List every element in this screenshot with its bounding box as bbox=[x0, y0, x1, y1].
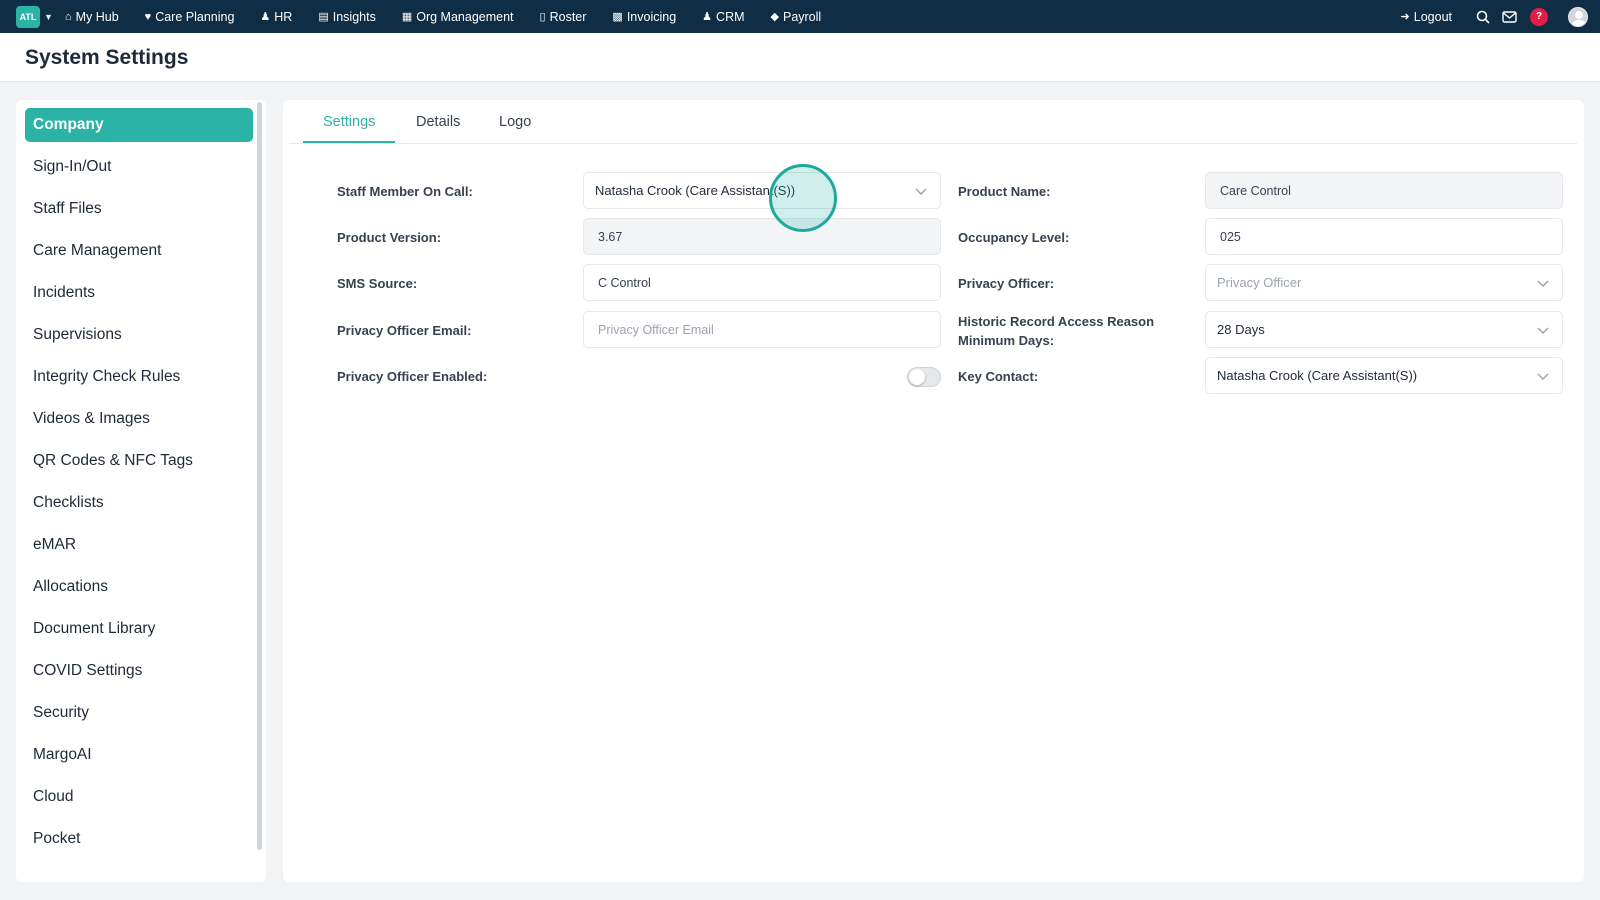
historic-access-days-label: Historic Record Access Reason Minimum Da… bbox=[958, 312, 1154, 350]
logout-icon: ➜ bbox=[1400, 11, 1410, 23]
tab-logo[interactable]: Logo bbox=[499, 114, 531, 130]
sidebar-item-allocations[interactable]: Allocations bbox=[25, 570, 253, 604]
historic-access-days-select[interactable]: 28 Days bbox=[1205, 311, 1563, 348]
nav-right-group: ➜ Logout ? bbox=[1401, 0, 1600, 33]
product-version-field: 3.67 bbox=[583, 218, 941, 255]
search-icon[interactable] bbox=[1474, 8, 1492, 26]
logout-button[interactable]: ➜ Logout bbox=[1401, 10, 1452, 24]
chevron-down-icon bbox=[1537, 280, 1549, 288]
chevron-down-icon: ▼ bbox=[44, 11, 53, 22]
sidebar-item-integrity-check-rules[interactable]: Integrity Check Rules bbox=[25, 360, 253, 394]
key-contact-value: Natasha Crook (Care Assistant(S)) bbox=[1217, 368, 1418, 383]
sms-source-input[interactable]: C Control bbox=[583, 264, 941, 301]
nav-label: Invoicing bbox=[626, 9, 677, 24]
heart-icon: ♥ bbox=[144, 10, 152, 23]
privacy-officer-email-input[interactable]: Privacy Officer Email bbox=[583, 311, 941, 348]
nav-insights[interactable]: ▤ Insights bbox=[318, 10, 376, 24]
privacy-officer-enabled-label: Privacy Officer Enabled: bbox=[337, 369, 488, 384]
active-tab-indicator bbox=[303, 141, 395, 143]
sidebar-item-security[interactable]: Security bbox=[25, 696, 253, 730]
privacy-officer-select[interactable]: Privacy Officer bbox=[1205, 264, 1563, 301]
sidebar-item-checklists[interactable]: Checklists bbox=[25, 486, 253, 520]
sidebar-item-emar[interactable]: eMAR bbox=[25, 528, 253, 562]
page-header: System Settings bbox=[0, 33, 1600, 82]
document-icon: ▩ bbox=[612, 11, 623, 23]
top-nav: ATL ▼ ⌂ My Hub ♥ Care Planning ♟ HR ▤ Insigh… bbox=[0, 0, 1600, 33]
nav-label: Payroll bbox=[782, 9, 822, 24]
privacy-officer-placeholder: Privacy Officer bbox=[1217, 275, 1302, 290]
nav-payroll[interactable]: ◆ Payroll bbox=[771, 10, 822, 24]
privacy-officer-email-label: Privacy Officer Email: bbox=[337, 323, 472, 338]
sidebar-item-incidents[interactable]: Incidents bbox=[25, 276, 253, 310]
people-icon: ♟ bbox=[260, 11, 271, 23]
chevron-down-icon bbox=[915, 188, 927, 196]
sidebar-item-videos-images[interactable]: Videos & Images bbox=[25, 402, 253, 436]
app-logo: ATL bbox=[16, 5, 40, 28]
nav-roster[interactable]: ▯ Roster bbox=[540, 10, 587, 24]
sidebar-item-care-management[interactable]: Care Management bbox=[25, 234, 253, 268]
logout-label: Logout bbox=[1413, 9, 1452, 24]
nav-invoicing[interactable]: ▩ Invoicing bbox=[612, 10, 676, 24]
privacy-officer-email-placeholder: Privacy Officer Email bbox=[598, 322, 714, 337]
calendar-icon: ▯ bbox=[539, 11, 546, 23]
avatar[interactable] bbox=[1568, 6, 1588, 27]
historic-access-days-label-line1: Historic Record Access Reason bbox=[958, 314, 1155, 329]
staff-on-call-select[interactable]: Natasha Crook (Care Assistant(S)) bbox=[583, 172, 941, 209]
chevron-down-icon bbox=[1537, 327, 1549, 335]
sidebar-item-cloud[interactable]: Cloud bbox=[25, 780, 253, 814]
historic-access-days-label-line2: Minimum Days: bbox=[958, 333, 1055, 348]
tab-details[interactable]: Details bbox=[416, 114, 460, 130]
staff-on-call-label: Staff Member On Call: bbox=[337, 184, 473, 199]
page-title: System Settings bbox=[25, 46, 189, 69]
nav-my-hub[interactable]: ⌂ My Hub bbox=[65, 10, 119, 24]
product-name-label: Product Name: bbox=[958, 184, 1051, 199]
nav-crm[interactable]: ♟ CRM bbox=[702, 10, 744, 24]
sidebar-item-staff-files[interactable]: Staff Files bbox=[25, 192, 253, 226]
nav-hr[interactable]: ♟ HR bbox=[260, 10, 292, 24]
nav-label: Roster bbox=[549, 9, 587, 24]
nav-care-planning[interactable]: ♥ Care Planning bbox=[145, 10, 235, 24]
sidebar-item-company[interactable]: Company bbox=[25, 108, 253, 142]
privacy-officer-enabled-toggle[interactable] bbox=[907, 367, 941, 387]
staff-on-call-value: Natasha Crook (Care Assistant(S)) bbox=[595, 183, 796, 198]
historic-access-days-value: 28 Days bbox=[1217, 322, 1265, 337]
nav-label: HR bbox=[274, 9, 293, 24]
sidebar-item-qr-codes-nfc[interactable]: QR Codes & NFC Tags bbox=[25, 444, 253, 478]
sidebar-scrollbar[interactable] bbox=[257, 102, 262, 850]
occupancy-level-input[interactable]: 025 bbox=[1205, 218, 1563, 255]
product-name-field: Care Control bbox=[1205, 172, 1563, 209]
brand-switcher[interactable]: ATL ▼ bbox=[16, 5, 53, 28]
nav-org-management[interactable]: ▦ Org Management bbox=[402, 10, 514, 24]
key-contact-select[interactable]: Natasha Crook (Care Assistant(S)) bbox=[1205, 357, 1563, 394]
tab-bar: Settings Details Logo bbox=[289, 100, 1577, 144]
home-icon: ⌂ bbox=[64, 10, 72, 23]
chevron-down-icon bbox=[1537, 373, 1549, 381]
nav-label: Org Management bbox=[416, 9, 514, 24]
key-contact-label: Key Contact: bbox=[958, 369, 1039, 384]
chart-icon: ▤ bbox=[318, 11, 329, 23]
building-icon: ▦ bbox=[401, 11, 413, 23]
tab-settings[interactable]: Settings bbox=[323, 114, 375, 130]
sidebar-item-covid-settings[interactable]: COVID Settings bbox=[25, 654, 253, 688]
settings-sidebar: Company Sign-In/Out Staff Files Care Man… bbox=[16, 100, 266, 882]
nav-label: My Hub bbox=[75, 9, 119, 24]
contacts-icon: ♟ bbox=[702, 11, 713, 23]
occupancy-level-label: Occupancy Level: bbox=[958, 230, 1070, 245]
help-icon[interactable]: ? bbox=[1530, 7, 1548, 26]
sidebar-item-sign-in-out[interactable]: Sign-In/Out bbox=[25, 150, 253, 184]
nav-label: CRM bbox=[716, 9, 745, 24]
settings-panel: Settings Details Logo Staff Member On Ca… bbox=[283, 100, 1584, 882]
product-version-label: Product Version: bbox=[337, 230, 442, 245]
sidebar-item-document-library[interactable]: Document Library bbox=[25, 612, 253, 646]
sidebar-item-margoai[interactable]: MargoAI bbox=[25, 738, 253, 772]
tag-icon: ◆ bbox=[770, 11, 779, 23]
nav-label: Insights bbox=[332, 9, 376, 24]
sms-source-label: SMS Source: bbox=[337, 276, 418, 291]
nav-label: Care Planning bbox=[155, 9, 235, 24]
privacy-officer-label: Privacy Officer: bbox=[958, 276, 1055, 291]
mail-icon[interactable] bbox=[1500, 8, 1518, 26]
sidebar-item-pocket[interactable]: Pocket bbox=[25, 822, 253, 856]
sidebar-item-supervisions[interactable]: Supervisions bbox=[25, 318, 253, 352]
